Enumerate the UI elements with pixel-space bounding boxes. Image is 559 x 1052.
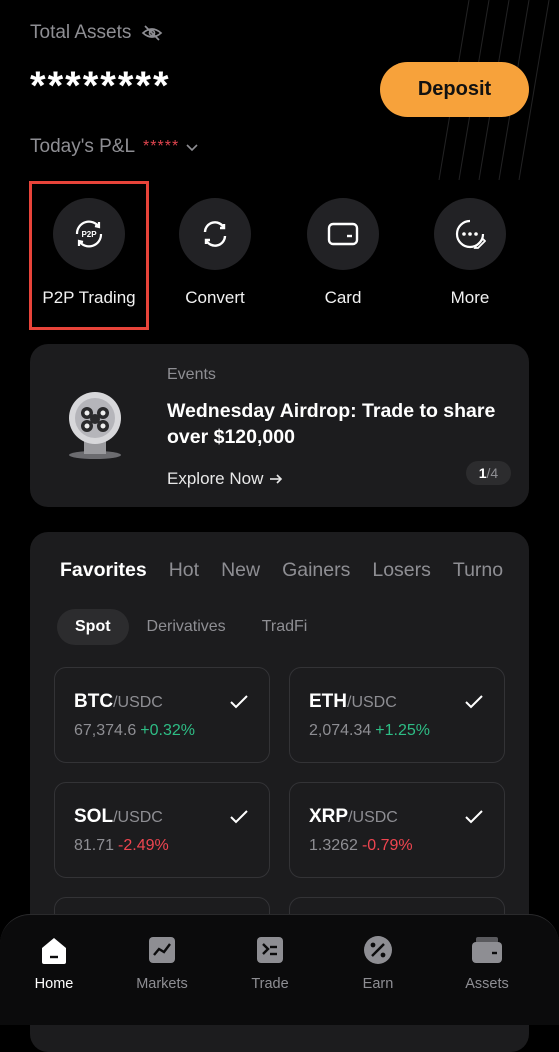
check-icon[interactable]	[229, 809, 249, 825]
quick-action-card[interactable]: Card	[283, 198, 403, 308]
pair-base: BTC	[74, 691, 114, 712]
pair-name: XRP/USDC	[309, 806, 398, 828]
nav-label: Home	[34, 976, 74, 992]
earn-icon	[364, 936, 392, 964]
chevron-down-icon	[186, 144, 198, 152]
arrow-right-icon	[270, 474, 283, 484]
pnl-masked-value: *****	[143, 138, 180, 155]
quick-action-convert[interactable]: Convert	[155, 198, 275, 308]
pair-change: +1.25%	[375, 722, 430, 739]
pair-card-xrp[interactable]: XRP/USDC 1.3262 -0.79%	[289, 782, 505, 878]
pair-price: 67,374.6	[74, 722, 137, 739]
tab-favorites[interactable]: Favorites	[60, 559, 147, 582]
pair-change: -2.49%	[118, 837, 169, 854]
nav-assets[interactable]: Assets	[437, 934, 537, 992]
tab-hot[interactable]: Hot	[169, 559, 199, 582]
pair-price-row: 67,374.6 +0.32%	[74, 722, 195, 740]
pair-quote: /USDC	[113, 694, 163, 711]
nav-earn[interactable]: Earn	[328, 934, 428, 992]
nav-markets[interactable]: Markets	[112, 934, 212, 992]
market-subtabs: Spot Derivatives TradFi	[57, 609, 325, 645]
event-title: Wednesday Airdrop: Trade to share over $…	[167, 400, 496, 448]
convert-icon	[203, 221, 227, 247]
nav-label: Trade	[251, 976, 289, 992]
subtab-derivatives[interactable]: Derivatives	[129, 609, 244, 645]
pair-quote: /USDC	[347, 694, 397, 711]
more-icon-circle	[434, 198, 506, 270]
pair-base: SOL	[74, 806, 114, 827]
nav-trade[interactable]: Trade	[220, 934, 320, 992]
subtab-spot[interactable]: Spot	[57, 609, 129, 645]
airdrop-robot-illustration	[69, 392, 121, 459]
pair-change: -0.79%	[361, 837, 413, 854]
trade-icon	[257, 937, 283, 963]
nav-label: Assets	[465, 976, 509, 992]
assets-icon	[472, 937, 502, 963]
todays-pnl[interactable]: Today's P&L *****	[30, 136, 199, 158]
masked-balance: ********	[30, 64, 171, 108]
pair-base: XRP	[309, 806, 349, 827]
quick-action-label: Convert	[185, 288, 245, 307]
quick-action-label: More	[450, 288, 490, 307]
pnl-label: Today's P&L	[30, 136, 136, 157]
home-icon	[42, 938, 66, 964]
eye-slash-icon[interactable]	[141, 24, 163, 42]
tab-turnover[interactable]: Turno	[453, 559, 503, 582]
explore-now-text: Explore Now	[167, 469, 264, 488]
check-icon[interactable]	[229, 694, 249, 710]
total-assets-text: Total Assets	[30, 22, 132, 43]
tab-new[interactable]: New	[221, 559, 260, 582]
explore-now-link[interactable]: Explore Now	[167, 469, 283, 489]
pair-change: +0.32%	[140, 722, 195, 739]
more-icon	[455, 219, 486, 249]
pager-current: 1	[478, 465, 487, 481]
pair-name: BTC/USDC	[74, 691, 163, 713]
pager-total: /4	[486, 465, 499, 481]
quick-action-label: Card	[324, 288, 362, 307]
event-kicker: Events	[167, 366, 216, 383]
pair-card-eth[interactable]: ETH/USDC 2,074.34 +1.25%	[289, 667, 505, 763]
market-tabs: Favorites Hot New Gainers Losers Turno	[60, 559, 529, 587]
card-icon	[327, 222, 359, 246]
tab-gainers[interactable]: Gainers	[282, 559, 350, 582]
pair-name: SOL/USDC	[74, 806, 163, 828]
pair-quote: /USDC	[348, 809, 398, 826]
pair-price: 81.71	[74, 837, 115, 854]
card-icon-circle	[307, 198, 379, 270]
pair-card-btc[interactable]: BTC/USDC 67,374.6 +0.32%	[54, 667, 270, 763]
quick-action-more[interactable]: More	[410, 198, 530, 308]
pair-price-row: 2,074.34 +1.25%	[309, 722, 430, 740]
pair-price-row: 1.3262 -0.79%	[309, 837, 413, 855]
pair-price: 2,074.34	[309, 722, 372, 739]
tab-losers[interactable]: Losers	[372, 559, 431, 582]
pair-price-row: 81.71 -2.49%	[74, 837, 169, 855]
pair-price: 1.3262	[309, 837, 358, 854]
banner-pager: 1/4	[466, 461, 511, 485]
nav-home[interactable]: Home	[4, 934, 104, 992]
nav-label: Markets	[136, 976, 188, 992]
pair-card-sol[interactable]: SOL/USDC 81.71 -2.49%	[54, 782, 270, 878]
convert-icon-circle	[179, 198, 251, 270]
subtab-tradfi[interactable]: TradFi	[244, 609, 326, 645]
deposit-button[interactable]: Deposit	[380, 62, 529, 117]
check-icon[interactable]	[464, 694, 484, 710]
nav-label: Earn	[362, 976, 394, 992]
total-assets-label: Total Assets	[30, 22, 163, 44]
check-icon[interactable]	[464, 809, 484, 825]
pair-base: ETH	[309, 691, 347, 712]
pair-name: ETH/USDC	[309, 691, 397, 713]
highlight-annotation	[29, 181, 149, 330]
markets-icon	[149, 937, 175, 963]
pair-quote: /USDC	[113, 809, 163, 826]
